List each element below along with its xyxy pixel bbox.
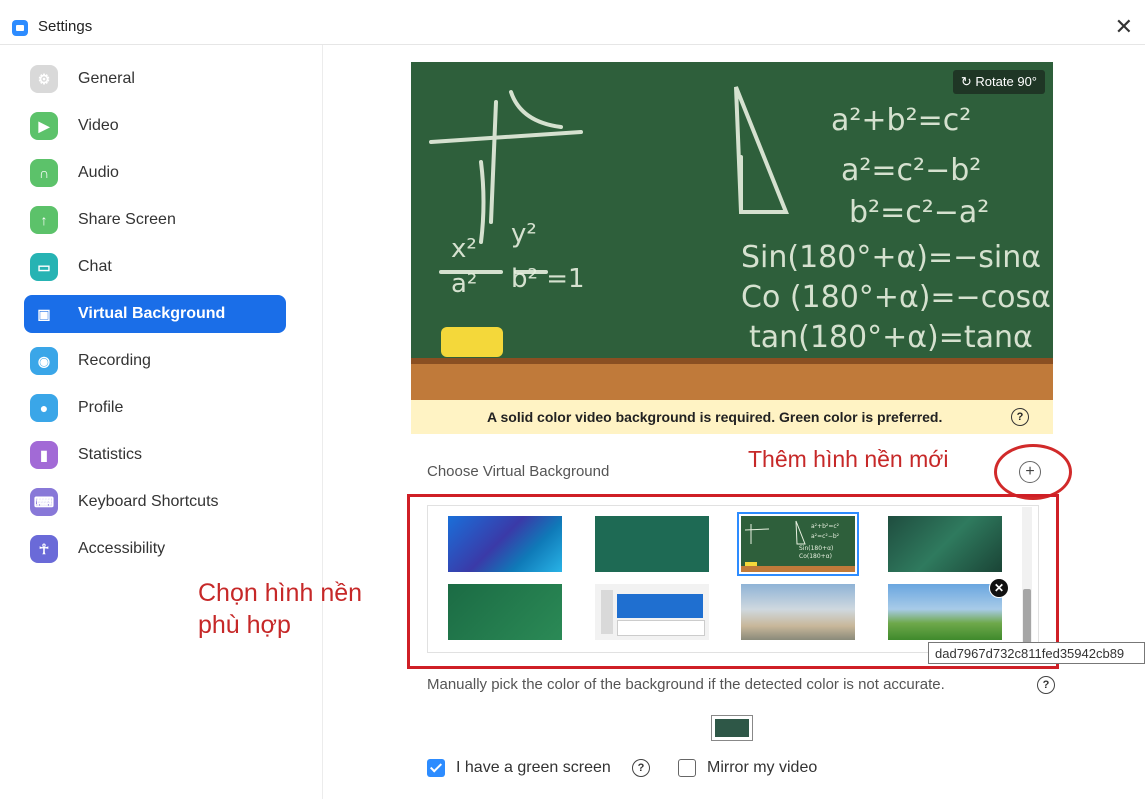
rotate-button[interactable]: ↻ Rotate 90°: [952, 70, 1045, 94]
sidebar-item-label: Profile: [78, 399, 124, 416]
rotate-label: Rotate 90°: [975, 74, 1037, 89]
add-background-annotation: Thêm hình nền mới: [748, 446, 949, 472]
manual-color-text: Manually pick the color of the backgroun…: [427, 676, 945, 693]
svg-text:x²: x²: [451, 234, 477, 264]
warning-bar: A solid color video background is requir…: [411, 400, 1053, 434]
color-swatch: [715, 719, 749, 737]
sidebar-item-statistics[interactable]: ▮ Statistics: [24, 436, 286, 474]
sidebar-item-label: Chat: [78, 258, 112, 275]
accessibility-icon: ☥: [30, 535, 58, 563]
record-icon: ◉: [30, 347, 58, 375]
sidebar: ⚙ General ▶ Video ∩ Audio ↑ Share Screen…: [0, 45, 323, 799]
choose-background-annotation: Chọn hình nền phù hợp: [198, 579, 363, 639]
sidebar-item-share-screen[interactable]: ↑ Share Screen: [24, 201, 286, 239]
sidebar-item-keyboard-shortcuts[interactable]: ⌨ Keyboard Shortcuts: [24, 483, 286, 521]
sidebar-item-recording[interactable]: ◉ Recording: [24, 342, 286, 380]
title-bar: Settings ✕: [0, 0, 1145, 45]
keyboard-icon: ⌨: [30, 488, 58, 516]
sidebar-item-label: Keyboard Shortcuts: [78, 493, 219, 510]
bar-chart-icon: ▮: [30, 441, 58, 469]
svg-text:b² =1: b² =1: [511, 264, 585, 294]
sidebar-item-label: General: [78, 70, 135, 87]
svg-text:a²: a²: [451, 269, 477, 299]
color-picker-button[interactable]: [711, 715, 753, 741]
thumbnail-tooltip: dad7967d732c811fed35942cb89: [928, 642, 1145, 664]
sidebar-item-label: Statistics: [78, 446, 143, 463]
sidebar-item-label: Audio: [78, 164, 119, 181]
sidebar-item-label: Accessibility: [78, 540, 166, 557]
sidebar-item-audio[interactable]: ∩ Audio: [24, 154, 286, 192]
mirror-video-label: Mirror my video: [707, 759, 818, 776]
help-icon[interactable]: ?: [632, 759, 650, 777]
window-title: Settings: [38, 18, 93, 35]
choose-background-heading: Choose Virtual Background: [427, 463, 610, 480]
warning-text: A solid color video background is requir…: [487, 409, 943, 425]
zoom-logo-icon: [12, 20, 28, 36]
help-icon[interactable]: ?: [1037, 676, 1055, 694]
sidebar-item-virtual-background[interactable]: ▣ Virtual Background: [24, 295, 286, 333]
chat-bubble-icon: ▭: [30, 253, 58, 281]
sidebar-item-label: Share Screen: [78, 211, 176, 228]
chalkboard-background-image: a²+b²=c² a²=c²−b² b²=c²−a² Sin(180°+α)=−…: [411, 62, 1053, 400]
video-preview: a²+b²=c² a²=c²−b² b²=c²−a² Sin(180°+α)=−…: [411, 62, 1053, 434]
share-screen-icon: ↑: [30, 206, 58, 234]
help-icon[interactable]: ?: [1011, 408, 1029, 426]
svg-text:b²=c²−a²: b²=c²−a²: [849, 195, 989, 230]
sidebar-item-label: Recording: [78, 352, 151, 369]
sidebar-item-chat[interactable]: ▭ Chat: [24, 248, 286, 286]
svg-text:y²: y²: [511, 219, 537, 249]
add-background-button[interactable]: +: [1019, 461, 1041, 483]
headphones-icon: ∩: [30, 159, 58, 187]
mirror-video-checkbox[interactable]: [678, 759, 696, 777]
sidebar-item-video[interactable]: ▶ Video: [24, 107, 286, 145]
svg-text:Sin(180°+α)=−sinα: Sin(180°+α)=−sinα: [741, 240, 1041, 275]
gear-icon: ⚙: [30, 65, 58, 93]
close-button[interactable]: ✕: [1115, 14, 1133, 40]
sidebar-item-accessibility[interactable]: ☥ Accessibility: [24, 530, 286, 568]
svg-text:Co (180°+α)=−cosα: Co (180°+α)=−cosα: [741, 280, 1051, 315]
sidebar-item-label: Video: [78, 117, 119, 134]
green-screen-label: I have a green screen: [456, 759, 611, 776]
profile-icon: ●: [30, 394, 58, 422]
svg-text:a²+b²=c²: a²+b²=c²: [831, 103, 971, 138]
person-frame-icon: ▣: [30, 300, 58, 328]
sidebar-item-general[interactable]: ⚙ General: [24, 60, 286, 98]
sidebar-item-label: Virtual Background: [78, 305, 226, 322]
green-screen-checkbox[interactable]: [427, 759, 445, 777]
svg-text:a²=c²−b²: a²=c²−b²: [841, 153, 981, 188]
svg-text:tan(180°+α)=tanα: tan(180°+α)=tanα: [749, 320, 1033, 355]
sidebar-item-profile[interactable]: ● Profile: [24, 389, 286, 427]
video-camera-icon: ▶: [30, 112, 58, 140]
